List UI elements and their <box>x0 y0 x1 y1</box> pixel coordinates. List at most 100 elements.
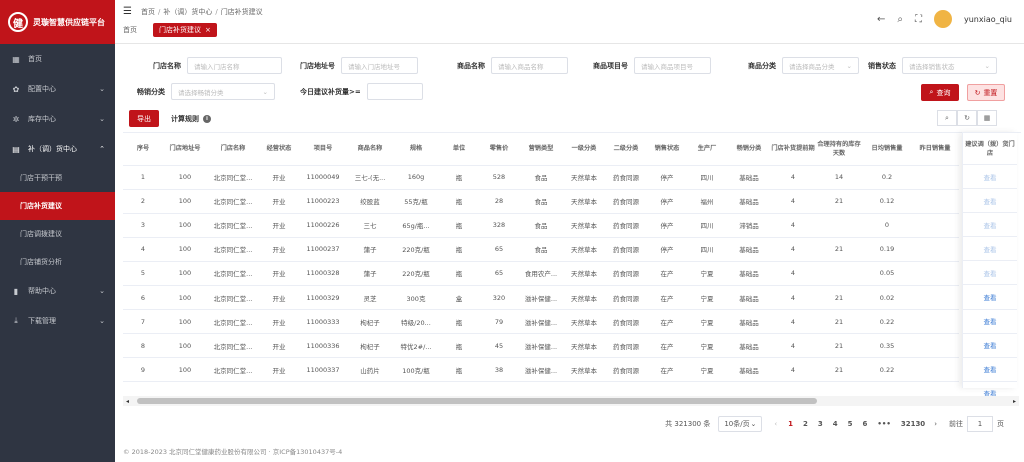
username[interactable]: yunxiao_qiu <box>964 15 1012 24</box>
horizontal-scrollbar[interactable]: ◂ ▸ <box>123 396 1019 406</box>
page-number[interactable]: 3 <box>818 420 823 428</box>
columns-icon[interactable]: ▦ <box>977 110 997 126</box>
view-link[interactable]: 查看 <box>984 196 997 206</box>
sidebar-subitem-intervention[interactable]: 门店干预干预 <box>0 164 115 192</box>
tab-home[interactable]: 首页 <box>123 25 137 35</box>
menu-toggle-icon[interactable]: ☰ <box>123 6 132 17</box>
table-cell: 滋补保健... <box>519 357 563 383</box>
query-button[interactable]: ⌕ 查询 <box>921 84 959 101</box>
column-header: 一级分类 <box>563 133 605 166</box>
tab-replenish-advice[interactable]: 门店补货建议 × <box>153 23 217 37</box>
column-header: 合理持有的库存天数 <box>815 133 863 166</box>
avatar[interactable] <box>934 10 952 28</box>
table-cell: 天然草本 <box>563 213 605 238</box>
table-cell: 瓶 <box>439 333 479 359</box>
prev-page-icon[interactable]: ‹ <box>774 420 777 428</box>
table-row[interactable]: 9 100 北京同仁堂... 开业 11000337 山药片 100克/瓶瓶 38 滋补保健..… <box>123 357 959 383</box>
breadcrumb-item[interactable]: 首页 <box>141 7 155 17</box>
page-number[interactable]: 2 <box>803 420 808 428</box>
table-cell: 11000333 <box>299 309 347 335</box>
view-link[interactable]: 查看 <box>984 220 997 230</box>
fullscreen-icon[interactable]: ⛶ <box>915 14 922 25</box>
scroll-right-icon[interactable]: ▸ <box>1013 398 1016 405</box>
sidebar-item-replenish[interactable]: ▤ 补（调）货中心 ⌃ <box>0 134 115 164</box>
table-row[interactable]: 10100北京同仁堂...开业11000338麦冬一概/20...瓶129滋补保… <box>123 381 959 388</box>
page-number[interactable]: ••• <box>877 420 890 428</box>
page-number[interactable]: 6 <box>863 420 868 428</box>
table-cell: 160g <box>393 165 439 190</box>
search-icon[interactable]: ⌕ <box>897 14 903 25</box>
sidebar-item-help[interactable]: ▮ 帮助中心 ⌄ <box>0 276 115 306</box>
table-cell <box>911 357 959 383</box>
today-advice-input[interactable] <box>366 83 423 100</box>
table-cell: 开业 <box>259 261 299 286</box>
sell-cat-select[interactable]: 请选择畅销分类 ⌄ <box>171 83 275 100</box>
info-icon[interactable]: i <box>203 115 211 123</box>
view-link[interactable]: 查看 <box>984 316 997 326</box>
search-icon[interactable]: ⌕ <box>937 110 957 126</box>
sidebar-item-home[interactable]: ▦ 首页 <box>0 44 115 74</box>
grid-icon: ▦ <box>12 54 20 64</box>
table-cell: 320 <box>479 285 519 311</box>
total-count: 共 321300 条 <box>665 420 711 428</box>
breadcrumb-item[interactable]: 补（调）货中心 <box>163 7 212 17</box>
goods-cat-select[interactable]: 请选择商品分类 ⌄ <box>782 57 859 74</box>
calc-rule[interactable]: 计算规则 i <box>171 114 211 124</box>
view-link[interactable]: 查看 <box>984 340 997 350</box>
page-number[interactable]: 1 <box>788 420 793 428</box>
table-cell: 瓶 <box>439 357 479 383</box>
scroll-thumb[interactable] <box>137 398 817 404</box>
sidebar-item-download[interactable]: ⤓ 下载管理 ⌄ <box>0 306 115 336</box>
sidebar-subitem-distribution[interactable]: 门店铺货分析 <box>0 248 115 276</box>
page-size-select[interactable]: 10条/页 ⌄ <box>718 416 763 432</box>
table-row[interactable]: 6 100 北京同仁堂... 开业 11000329 灵芝 300克盒 320 滋补保健... 天… <box>123 285 959 311</box>
scroll-left-icon[interactable]: ◂ <box>126 398 129 405</box>
table-cell: 药食同源 <box>605 381 647 388</box>
export-button[interactable]: 导出 <box>129 110 159 127</box>
sidebar-item-inventory[interactable]: ✲ 库存中心 ⌄ <box>0 104 115 134</box>
chevron-down-icon: ⌄ <box>99 287 105 295</box>
goods-code-input[interactable]: 请输入商品项目号 <box>634 57 711 74</box>
chevron-down-icon: ⌄ <box>99 317 105 325</box>
table-cell: 四川 <box>687 165 727 190</box>
sale-status-select[interactable]: 请选择销售状态 ⌄ <box>902 57 997 74</box>
table-cell: 129 <box>479 381 519 388</box>
table-row[interactable]: 3 100 北京同仁堂... 开业 11000226 三七 65g/瓶... 瓶 328 食品 天然… <box>123 213 959 238</box>
sidebar-subitem-transfer-advice[interactable]: 门店调拨建议 <box>0 220 115 248</box>
table-cell: 开业 <box>259 357 299 383</box>
table-row[interactable]: 4 100 北京同仁堂... 开业 11000237 蒲子 220克/瓶瓶 65 食品 天然草本药… <box>123 237 959 262</box>
goto-page-input[interactable]: 1 <box>967 416 993 432</box>
table-row[interactable]: 8 100 北京同仁堂... 开业 11000336 枸杞子 特优2#/... 瓶 45 滋补保健… <box>123 333 959 359</box>
next-page-icon[interactable]: › <box>934 420 937 428</box>
table-row[interactable]: 1 100 北京同仁堂... 开业 11000049 三七-(无... 160g 瓶 528 食品… <box>123 165 959 190</box>
table-cell <box>815 261 863 286</box>
table-cell: 11000328 <box>299 261 347 286</box>
view-link[interactable]: 查看 <box>984 268 997 278</box>
store-name-input[interactable]: 请输入门店名称 <box>187 57 282 74</box>
table-cell: 瓶 <box>439 189 479 214</box>
table-cell: 开业 <box>259 165 299 190</box>
sidebar-item-config[interactable]: ✿ 配置中心 ⌄ <box>0 74 115 104</box>
reset-button[interactable]: ↻ 重置 <box>967 84 1005 101</box>
fixed-cell: 查看 <box>963 213 1017 238</box>
table-row[interactable]: 7 100 北京同仁堂... 开业 11000333 枸杞子 特级/20... 瓶 79 滋补保健… <box>123 309 959 335</box>
sidebar-subitem-replenish-advice[interactable]: 门店补货建议 <box>0 192 115 220</box>
view-link[interactable]: 查看 <box>984 172 997 182</box>
close-icon[interactable]: × <box>205 26 211 34</box>
back-arrow-icon[interactable]: ← <box>877 14 885 25</box>
goods-name-input[interactable]: 请输入商品名称 <box>491 57 568 74</box>
tab-label: 门店补货建议 <box>159 26 201 34</box>
store-addr-input[interactable]: 请输入门店地址号 <box>341 57 418 74</box>
table-cell: 0 <box>863 213 911 238</box>
view-link[interactable]: 查看 <box>984 364 997 374</box>
page-number[interactable]: 32130 <box>901 420 925 428</box>
page-number[interactable]: 4 <box>833 420 838 428</box>
table-row[interactable]: 5 100 北京同仁堂... 开业 11000328 蒲子 220克/瓶瓶 65 食用农产...… <box>123 261 959 286</box>
table-cell: 基础品 <box>727 285 771 311</box>
page-number[interactable]: 5 <box>848 420 853 428</box>
view-link[interactable]: 查看 <box>984 244 997 254</box>
refresh-icon[interactable]: ↻ <box>957 110 977 126</box>
table-row[interactable]: 2 100 北京同仁堂... 开业 11000223 绞股蓝 55克/瓶瓶 28 食品 天然草本药… <box>123 189 959 214</box>
view-link[interactable]: 查看 <box>984 292 997 302</box>
brand-logo[interactable]: 健 灵璇智慧供应链平台 <box>0 0 115 44</box>
